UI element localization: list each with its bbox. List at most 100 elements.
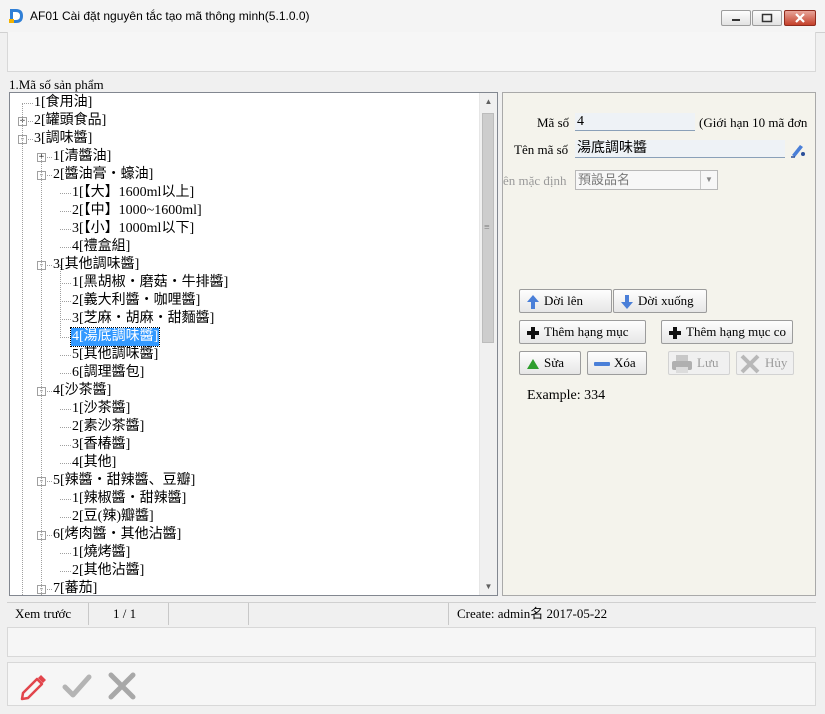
section-label: 1.Mã số sản phẩm <box>9 77 104 92</box>
arrow-up-icon <box>527 295 539 310</box>
limit-note: (Giới hạn 10 mã đơn <box>699 115 808 130</box>
code-input[interactable]: 4 <box>575 113 695 131</box>
tree-node-label: 2[豆(辣)瓣醬] <box>72 509 154 524</box>
move-up-label: Dời lên <box>544 293 584 308</box>
tree-node[interactable]: -3[其他調味醬] <box>10 256 480 274</box>
app-logo-icon <box>9 9 23 23</box>
arrow-down-icon <box>621 295 633 310</box>
status-cell-empty-2 <box>249 603 449 625</box>
tree-node-label: 1[食用油] <box>34 95 93 110</box>
edit-button[interactable]: Sửa <box>519 351 581 375</box>
page-status: 1 / 1 <box>89 603 169 625</box>
tree-node-label: 7[蕃茄] <box>53 581 98 596</box>
delete-button[interactable]: Xóa <box>587 351 647 375</box>
tree-node[interactable]: 4[其他] <box>10 454 480 472</box>
plus-icon <box>527 327 539 340</box>
chevron-down-icon: ▼ <box>700 171 717 189</box>
plus-icon <box>669 327 681 340</box>
tree-node-label: 2[素沙茶醬] <box>72 419 145 434</box>
tree-node-label: 6[烤肉醬・其他沾醬] <box>53 527 182 542</box>
maximize-button[interactable] <box>752 10 782 26</box>
move-down-button[interactable]: Dời xuống <box>613 289 707 313</box>
save-button[interactable]: Lưu <box>668 351 730 375</box>
tree-node-label: 4[禮盒組] <box>72 239 131 254</box>
add-child-button[interactable]: Thêm hạng mục co <box>661 320 793 344</box>
tree-node-label: 3[香椿醬] <box>72 437 131 452</box>
tree-node-label: 6[調理醬包] <box>72 365 145 380</box>
tree-node[interactable]: +1[清醬油] <box>10 148 480 166</box>
tree-node[interactable]: 2[【中】1000~1600ml] <box>10 202 480 220</box>
close-icon <box>795 13 805 23</box>
tree-node[interactable]: 1[辣椒醬・甜辣醬] <box>10 490 480 508</box>
tree-node[interactable]: 1[【大】1600ml以上] <box>10 184 480 202</box>
tree-node[interactable]: 3[【小】1000ml以下] <box>10 220 480 238</box>
tree-node-label: 3[其他調味醬] <box>53 257 140 272</box>
tree-node-label: 4[湯底調味醬] <box>69 327 161 347</box>
tree-node[interactable]: -4[沙茶醬] <box>10 382 480 400</box>
tree-node[interactable]: 2[其他沾醬] <box>10 562 480 580</box>
tree-node-label: 1[沙茶醬] <box>72 401 131 416</box>
tree-node[interactable]: 2[豆(辣)瓣醬] <box>10 508 480 526</box>
minimize-button[interactable] <box>721 10 751 26</box>
tree-node-label: 2[罐頭食品] <box>34 113 107 128</box>
title-bar: AF01 Cài đặt nguyên tắc tạo mã thông min… <box>0 0 825 33</box>
tree-node-label: 2[【中】1000~1600ml] <box>72 203 202 218</box>
name-input[interactable]: 湯底調味醬 <box>575 140 785 158</box>
status-bar: Xem trước 1 / 1 Create: admin名 2017-05-2… <box>7 602 816 625</box>
bottom-action-bar <box>7 662 816 706</box>
check-icon[interactable] <box>62 671 92 701</box>
tree-node-label: 2[醬油膏・蠔油] <box>53 167 154 182</box>
tree-node[interactable]: 1[沙茶醬] <box>10 400 480 418</box>
tree-node[interactable]: 1[燒烤醬] <box>10 544 480 562</box>
minus-icon <box>594 362 610 367</box>
tree-node[interactable]: 1[食用油] <box>10 94 480 112</box>
move-up-button[interactable]: Dời lên <box>519 289 612 313</box>
default-name-select[interactable]: 預設品名 ▼ <box>575 170 718 190</box>
code-label: Mã số <box>537 115 570 130</box>
tree-node[interactable]: +2[罐頭食品] <box>10 112 480 130</box>
tree-node[interactable]: 1[黑胡椒・磨菇・牛排醬] <box>10 274 480 292</box>
scroll-up-arrow-icon[interactable]: ▲ <box>480 93 497 110</box>
tree-node-label: 3[調味醬] <box>34 131 93 146</box>
scrollbar-grip-icon: ≡ <box>484 222 490 233</box>
add-child-label: Thêm hạng mục co <box>686 324 786 339</box>
close-window-button[interactable] <box>784 10 816 26</box>
tree-node[interactable]: 3[香椿醬] <box>10 436 480 454</box>
tree-node-label: 1[清醬油] <box>53 149 112 164</box>
tree-scrollbar[interactable]: ▲ ≡ ▼ <box>479 93 497 595</box>
tree-node[interactable]: 2[素沙茶醬] <box>10 418 480 436</box>
pencil-icon[interactable] <box>18 671 48 701</box>
tree-node[interactable]: -3[調味醬] <box>10 130 480 148</box>
tree-node[interactable]: 2[義大利醬・咖哩醬] <box>10 292 480 310</box>
tree-node-label: 5[辣醬・甜辣醬、豆瓣] <box>53 473 196 488</box>
top-toolbar <box>7 32 816 72</box>
tree-node[interactable]: 3[芝麻・胡麻・甜麵醬] <box>10 310 480 328</box>
preview-status: Xem trước <box>7 603 89 625</box>
tree-node-label: 1[黑胡椒・磨菇・牛排醬] <box>72 275 229 290</box>
product-code-tree[interactable]: 1[食用油] +2[罐頭食品] -3[調味醬] +1[清醬油] -2[醬油膏・蠔油] 1[… <box>9 92 498 596</box>
tree-node[interactable]: 5[其他調味醬] <box>10 346 480 364</box>
tree-node[interactable]: -2[醬油膏・蠔油] <box>10 166 480 184</box>
tree-node[interactable]: 6[調理醬包] <box>10 364 480 382</box>
add-item-label: Thêm hạng mục <box>544 324 629 339</box>
tree-node[interactable]: -7[蕃茄] <box>10 580 480 596</box>
tree-node[interactable]: -5[辣醬・甜辣醬、豆瓣] <box>10 472 480 490</box>
triangle-up-icon <box>527 359 539 370</box>
edit-pen-icon[interactable] <box>789 141 807 159</box>
x-icon <box>740 354 760 374</box>
tree-node[interactable]: 4[湯底調味醬] <box>10 327 480 347</box>
status-cell-empty-1 <box>169 603 249 625</box>
tree-node-label: 2[義大利醬・咖哩醬] <box>72 293 201 308</box>
x-icon[interactable] <box>107 671 137 701</box>
tree-node[interactable]: -6[烤肉醬・其他沾醬] <box>10 526 480 544</box>
tree-node-label: 4[沙茶醬] <box>53 383 112 398</box>
example-text: Example: 334 <box>527 388 606 403</box>
cancel-label: Hủy <box>765 355 788 370</box>
cancel-button[interactable]: Hủy <box>736 351 794 375</box>
add-item-button[interactable]: Thêm hạng mục <box>519 320 646 344</box>
default-name-value: 預設品名 <box>578 172 631 187</box>
tree-node[interactable]: 4[禮盒組] <box>10 238 480 256</box>
edit-label: Sửa <box>544 355 565 370</box>
scroll-down-arrow-icon[interactable]: ▼ <box>480 578 497 595</box>
minimize-icon <box>732 19 740 21</box>
